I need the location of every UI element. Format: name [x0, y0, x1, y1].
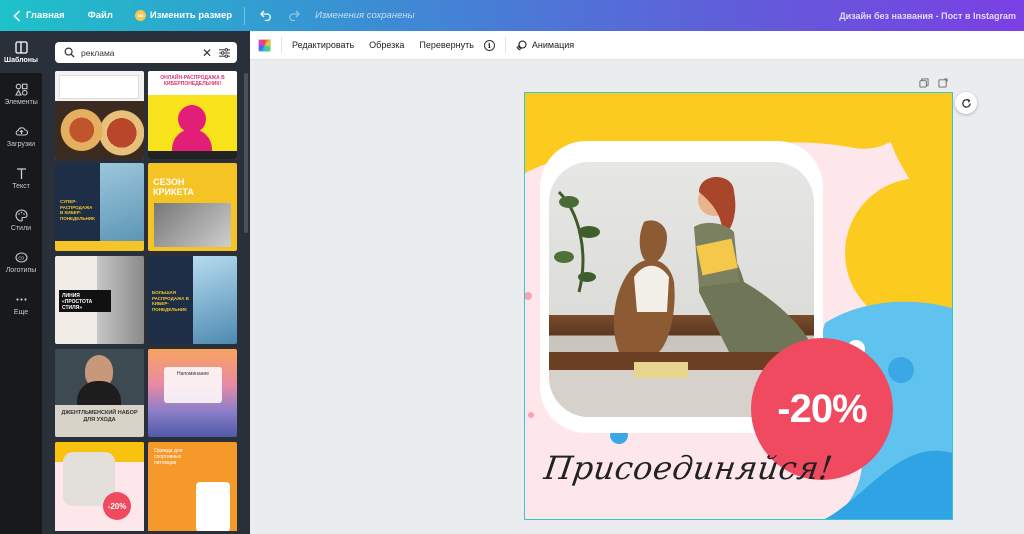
resize-button[interactable]: Изменить размер	[134, 0, 233, 31]
home-link[interactable]: Главная	[26, 0, 65, 31]
template-thumbnail[interactable]: ДЖЕНТЛЬМЕНСКИЙ НАБОР ДЛЯ УХОДА	[55, 349, 144, 437]
rail-label: Загрузки	[6, 141, 36, 148]
crown-icon	[134, 10, 146, 21]
template-thumbnail[interactable]: СУПЕР-РАСПРОДАЖА В КИБЕР-ПОНЕДЕЛЬНИК	[55, 163, 144, 251]
info-icon[interactable]: i	[483, 39, 495, 51]
edit-image-button[interactable]: Редактировать	[292, 40, 354, 50]
divider	[504, 37, 506, 53]
divider	[281, 37, 282, 53]
save-status: Изменения сохранены	[315, 10, 415, 21]
template-grid: ОНЛАЙН-РАСПРОДАЖА В КИБЕРПОНЕДЕЛЬНИК! СУ…	[55, 71, 238, 531]
shapes-icon	[13, 82, 29, 96]
filter-icon[interactable]	[215, 45, 233, 61]
svg-text:co: co	[18, 255, 24, 261]
rotate-icon[interactable]	[955, 92, 977, 114]
template-label: БОЛЬШАЯ РАСПРОДАЖА В КИБЕР-ПОНЕДЕЛЬНИК	[152, 290, 189, 312]
rail-item-text[interactable]: Текст	[0, 157, 42, 199]
rail-item-more[interactable]: Еще	[0, 283, 42, 325]
more-icon	[13, 292, 29, 306]
template-label: Напоминание	[177, 371, 209, 377]
template-label: ЛИНИЯ «ПРОСТОТА СТИЛЯ»	[59, 290, 111, 312]
template-label: Одежда для спортивных питомцев	[154, 448, 183, 466]
redo-icon[interactable]	[283, 0, 305, 31]
search-icon	[62, 46, 76, 60]
template-thumbnail[interactable]: БОЛЬШАЯ РАСПРОДАЖА В КИБЕР-ПОНЕДЕЛЬНИК	[148, 256, 237, 344]
rail-label: Логотипы	[5, 267, 37, 274]
rail-label: Еще	[13, 309, 29, 316]
page-tools	[917, 76, 949, 89]
template-label: ОНЛАЙН-РАСПРОДАЖА В КИБЕРПОНЕДЕЛЬНИК!	[160, 75, 225, 87]
animation-label: Анимация	[531, 40, 575, 50]
animation-icon	[516, 39, 527, 51]
top-bar: Главная Файл Изменить размер Изменения с…	[0, 0, 1024, 31]
template-label: ДЖЕНТЛЬМЕНСКИЙ НАБОР ДЛЯ УХОДА	[55, 405, 144, 437]
search-box: ✕	[55, 42, 237, 63]
rail-item-elements[interactable]: Элементы	[0, 73, 42, 115]
animation-button[interactable]: Анимация	[516, 39, 575, 51]
panel-scrollbar[interactable]	[244, 73, 248, 233]
file-menu[interactable]: Файл	[88, 0, 113, 31]
flip-button[interactable]: Перевернуть	[419, 40, 473, 50]
template-thumbnail[interactable]: ЛИНИЯ «ПРОСТОТА СТИЛЯ»	[55, 256, 144, 344]
template-thumbnail[interactable]: -20%	[55, 442, 144, 531]
rail-label: Элементы	[4, 99, 38, 106]
rail-item-uploads[interactable]: Загрузки	[0, 115, 42, 157]
rail-item-logos[interactable]: co Логотипы	[0, 241, 42, 283]
crop-button[interactable]: Обрезка	[369, 40, 404, 50]
document-name[interactable]: Дизайн без названия - Пост в Instagram	[839, 0, 1016, 31]
duplicate-page-icon[interactable]	[917, 76, 930, 89]
rail-label: Текст	[12, 183, 30, 190]
template-label: СУПЕР-РАСПРОДАЖА В КИБЕР-ПОНЕДЕЛЬНИК	[60, 199, 95, 221]
rail-label: Шаблоны	[4, 57, 38, 64]
cloud-upload-icon	[13, 124, 29, 138]
template-label: -20%	[103, 492, 131, 520]
rail-item-templates[interactable]: Шаблоны	[0, 31, 42, 73]
canvas-area: -20% Присоединяйся!	[250, 60, 1024, 534]
template-thumbnail[interactable]: СЕЗОН КРИКЕТА	[148, 163, 237, 251]
add-page-icon[interactable]	[936, 76, 949, 89]
search-input[interactable]	[81, 43, 199, 62]
template-label: СЕЗОН КРИКЕТА	[153, 177, 194, 197]
divider	[244, 6, 246, 25]
rail-item-styles[interactable]: Стили	[0, 199, 42, 241]
clear-icon[interactable]: ✕	[199, 45, 215, 61]
signature-text[interactable]: Присоединяйся!	[539, 449, 835, 509]
resize-label: Изменить размер	[149, 10, 233, 21]
logo-icon: co	[13, 250, 29, 264]
template-thumbnail[interactable]: Напоминание	[148, 349, 237, 437]
templates-panel: ✕ ОНЛАЙН-РАСПРОДАЖА В КИБЕРПОНЕДЕЛЬНИК! …	[42, 31, 250, 534]
template-thumbnail[interactable]	[55, 71, 144, 159]
template-thumbnail[interactable]: Одежда для спортивных питомцев	[148, 442, 237, 531]
side-rail: Шаблоны Элементы Загрузки Текст Стили co…	[0, 31, 42, 534]
template-thumbnail[interactable]: ОНЛАЙН-РАСПРОДАЖА В КИБЕРПОНЕДЕЛЬНИК!	[148, 71, 237, 159]
layout-icon	[13, 40, 29, 54]
text-icon	[13, 166, 29, 180]
palette-icon	[13, 208, 29, 222]
color-picker-button[interactable]	[258, 38, 271, 52]
editor-toolbar: Редактировать Обрезка Перевернуть i Аним…	[250, 31, 1024, 60]
design-page[interactable]: -20% Присоединяйся!	[524, 92, 953, 520]
rail-label: Стили	[10, 225, 32, 232]
undo-icon[interactable]	[255, 0, 277, 31]
back-chevron-icon[interactable]	[10, 0, 24, 31]
